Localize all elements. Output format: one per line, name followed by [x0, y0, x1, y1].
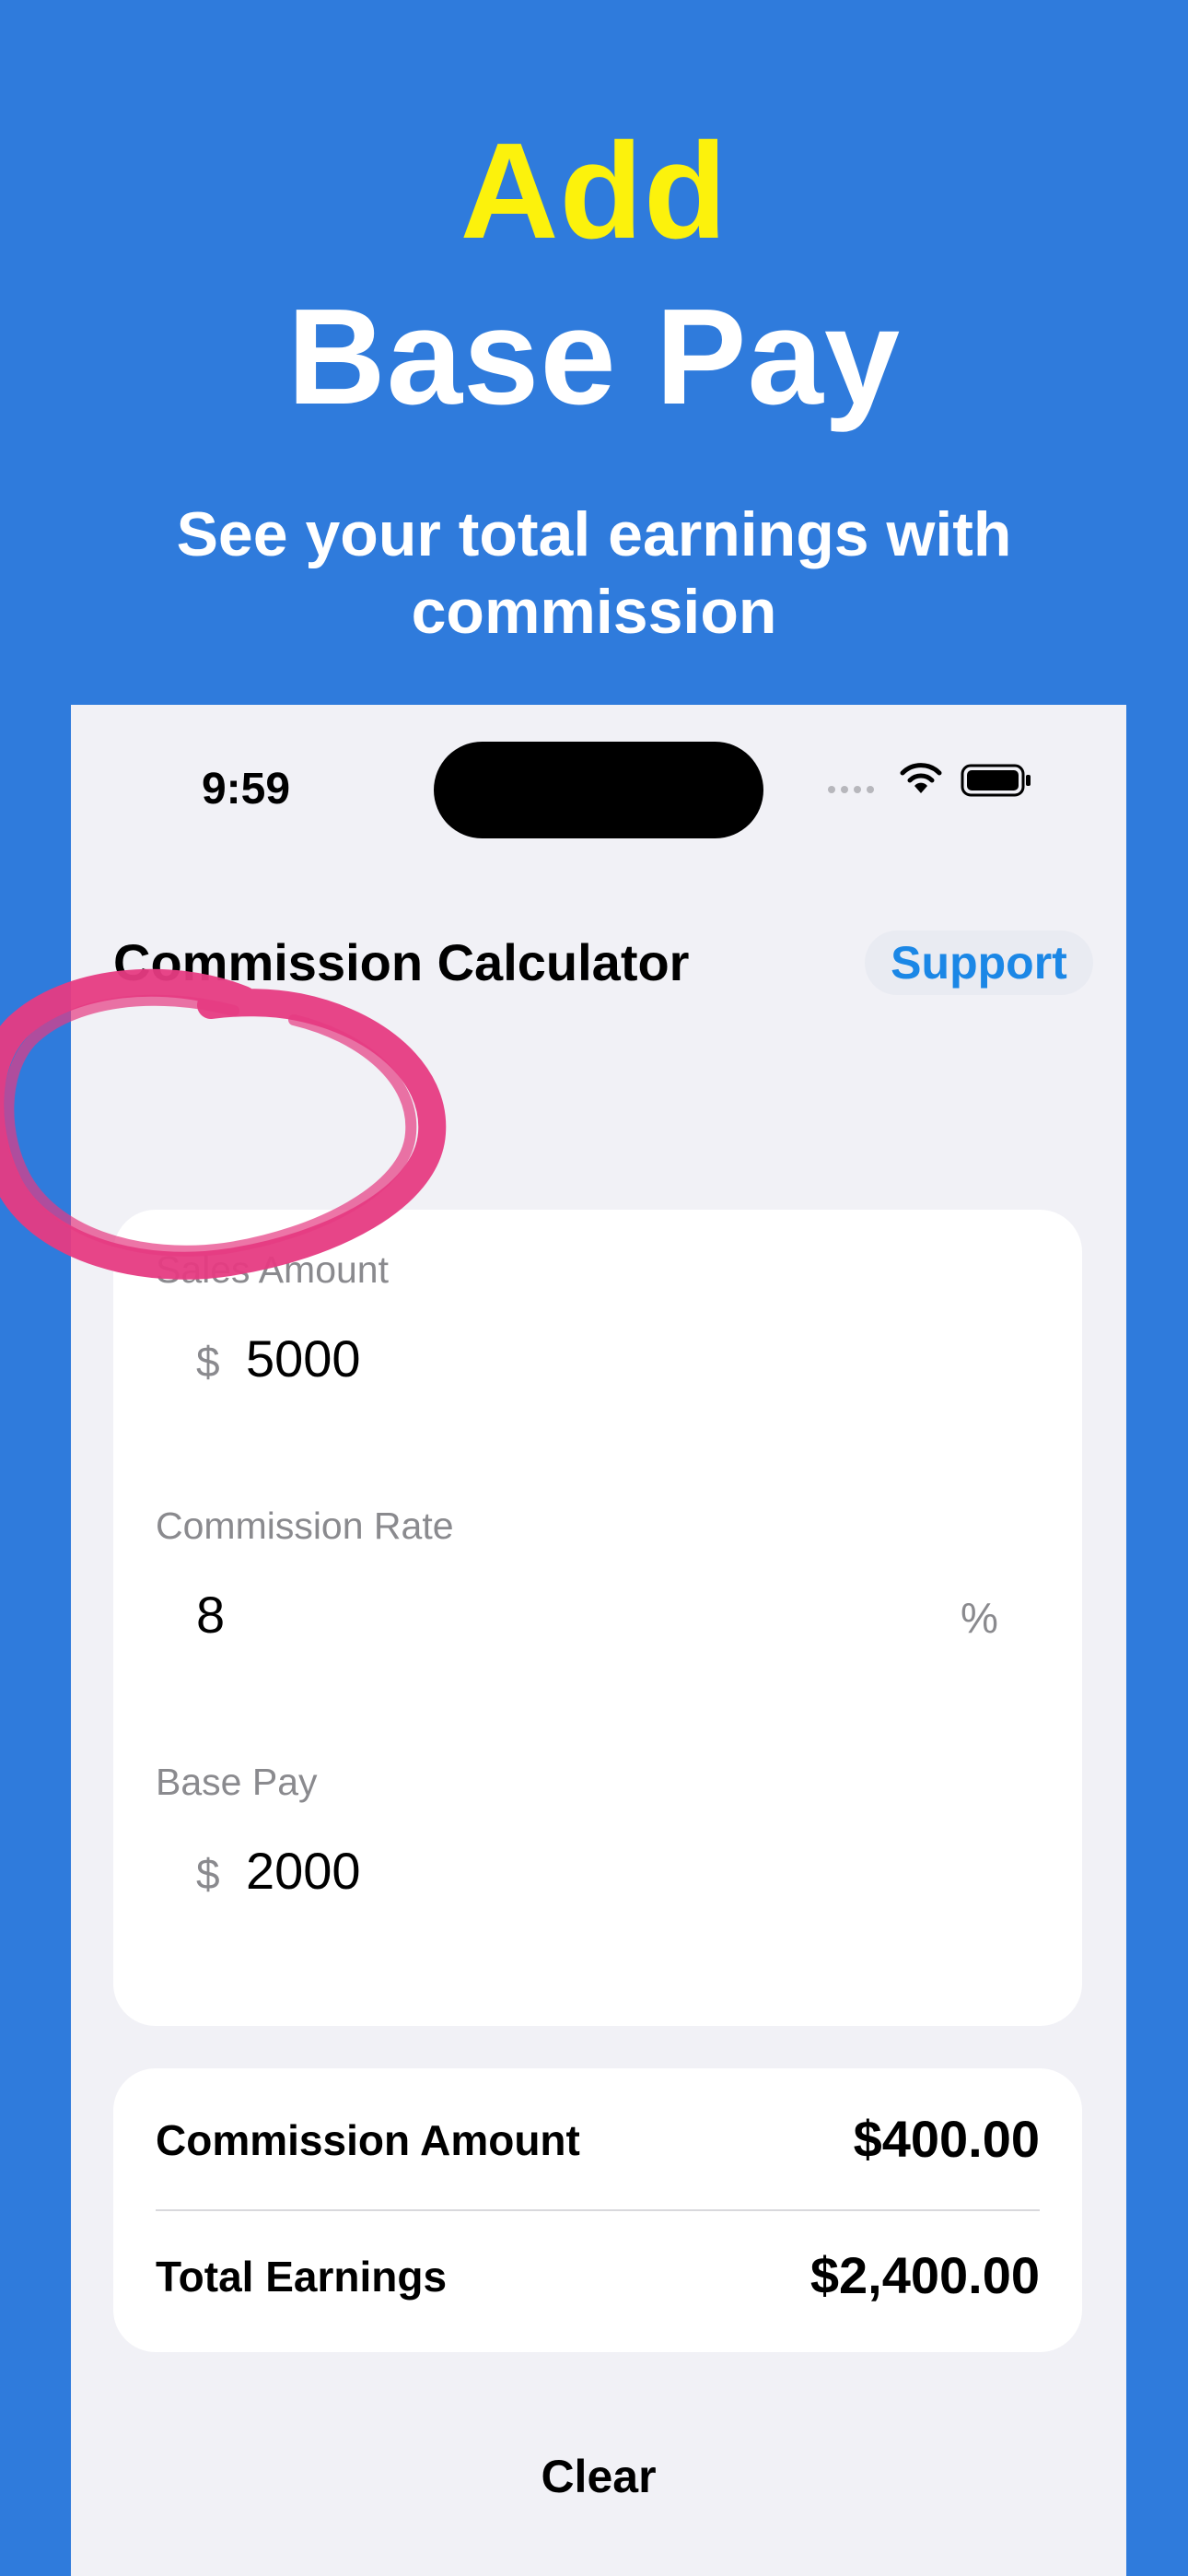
headline: Add Base Pay: [0, 109, 1188, 440]
battery-icon: [961, 764, 1031, 797]
results-divider: [156, 2209, 1040, 2211]
total-earnings-label: Total Earnings: [156, 2253, 448, 2301]
base-pay-currency: $: [196, 1850, 220, 1898]
headline-line-2: Base Pay: [286, 281, 902, 433]
sales-amount-input[interactable]: 5000: [246, 1327, 1056, 1391]
wifi-icon: [900, 763, 942, 793]
commission-rate-label: Commission Rate: [156, 1505, 454, 1547]
commission-rate-input[interactable]: 8: [196, 1583, 933, 1647]
commission-amount-label: Commission Amount: [156, 2116, 580, 2164]
support-button[interactable]: Support: [865, 931, 1093, 995]
base-pay-input[interactable]: 2000: [246, 1839, 1056, 1903]
subheadline: See your total earnings with commission: [176, 499, 1012, 647]
page-title: Commission Calculator: [113, 933, 690, 991]
commission-amount-value: $400.00: [853, 2110, 1040, 2168]
status-time: 9:59: [201, 765, 291, 814]
dynamic-island: [434, 742, 763, 838]
sales-amount-label: Sales Amount: [156, 1248, 389, 1291]
commission-rate-unit: %: [961, 1594, 998, 1642]
results-card: Commission Amount $400.00 Total Earnings…: [113, 2068, 1082, 2352]
clear-button[interactable]: Clear: [460, 2435, 737, 2518]
phone-screen: 9:59 Commission Calculator Support Sales…: [71, 705, 1126, 2576]
headline-line-1: Add: [460, 115, 728, 267]
input-card: Sales Amount $ 5000 Commission Rate 8 % …: [113, 1210, 1082, 2026]
base-pay-label: Base Pay: [156, 1761, 318, 1803]
total-earnings-value: $2,400.00: [809, 2246, 1040, 2304]
cellular-signal-icon: [828, 786, 874, 793]
sales-amount-currency: $: [196, 1338, 220, 1386]
